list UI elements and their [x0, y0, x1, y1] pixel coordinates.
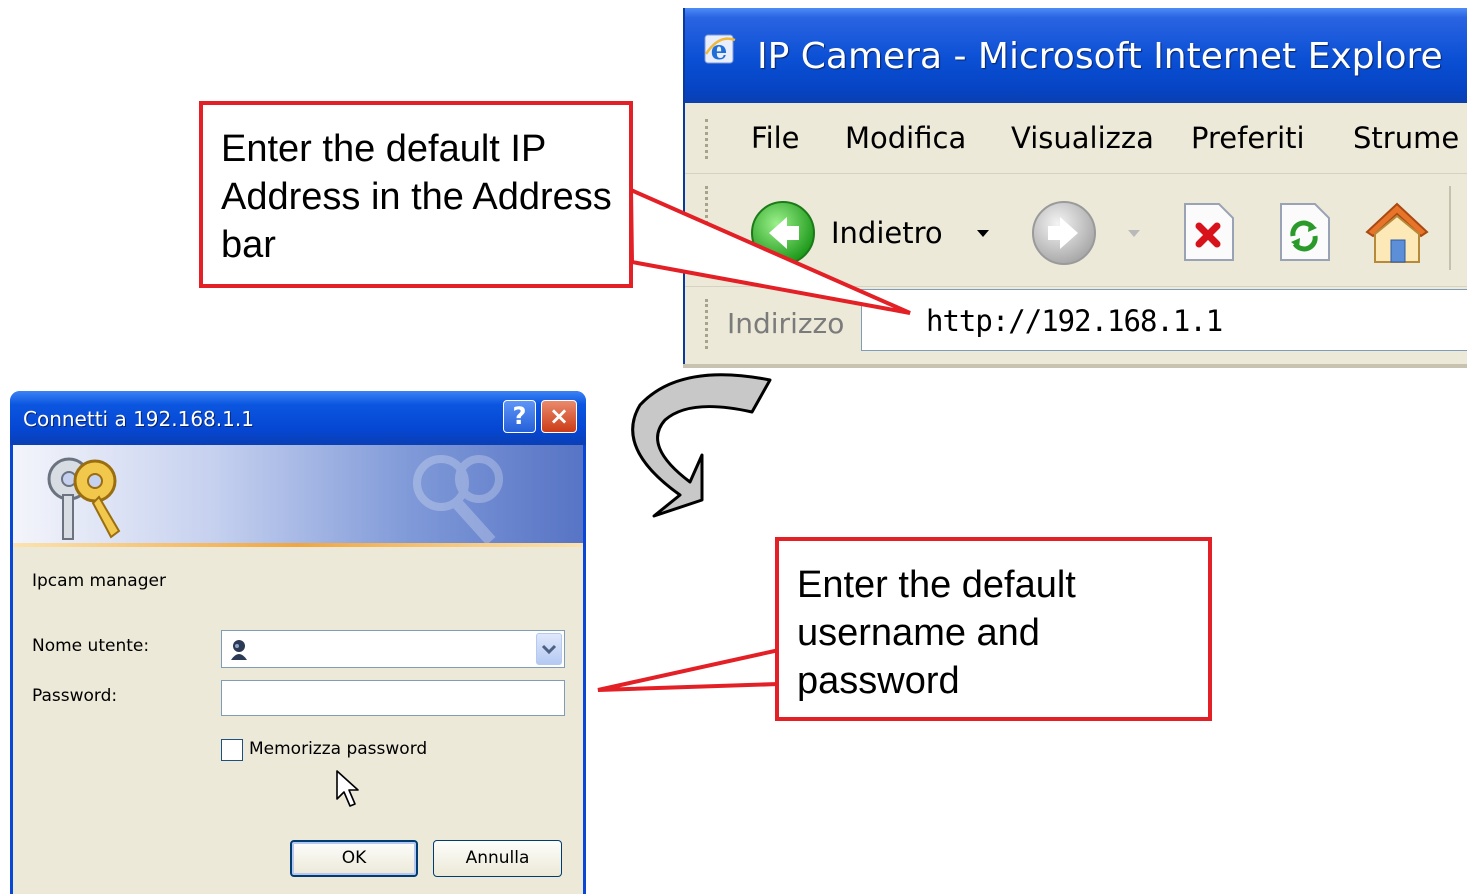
login-callout-text: Enter the default username and password	[797, 564, 1076, 702]
login-callout: Enter the default username and password	[775, 537, 1212, 721]
curved-arrow-icon	[631, 373, 772, 518]
address-callout: Enter the default IP Address in the Addr…	[199, 101, 633, 288]
address-callout-text: Enter the default IP Address in the Addr…	[221, 128, 612, 266]
address-callout-pointer	[628, 186, 911, 315]
login-callout-pointer	[597, 647, 781, 692]
